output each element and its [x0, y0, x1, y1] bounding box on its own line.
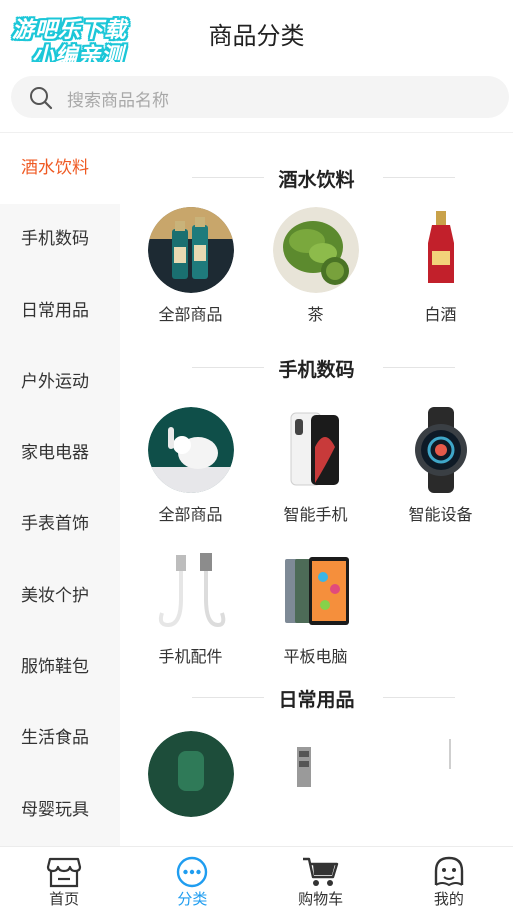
section-title: 手机数码	[278, 359, 355, 381]
tea-leaves-thumbnail	[273, 207, 359, 293]
sidebar-item-drinks[interactable]: 酒水饮料	[0, 133, 120, 205]
category-dots-icon	[177, 856, 208, 888]
category-card[interactable]	[128, 721, 253, 846]
smartwatch-thumbnail	[398, 407, 484, 493]
category-label: 手机配件	[158, 647, 223, 666]
category-label: 平板电脑	[283, 647, 348, 666]
app-header: 游吧乐下载 小编亲测 商品分类	[0, 0, 513, 69]
green-appliance-thumbnail	[148, 731, 234, 817]
category-content: 酒水饮料 全部商品 茶 白酒 手机数码 全部商品 智能手机 智能设备 手机配件 …	[120, 133, 513, 846]
search-bar-container: 搜索商品名称	[0, 62, 513, 133]
baijiu-bottle-thumbnail	[398, 207, 484, 293]
cart-icon	[302, 857, 338, 886]
category-label: 智能手机	[283, 505, 348, 524]
tab-profile[interactable]: 我的	[385, 847, 513, 908]
category-card[interactable]: 智能手机	[253, 397, 378, 539]
tool-kit-thumbnail	[273, 731, 359, 817]
sidebar-item-daily[interactable]: 日常用品	[0, 276, 120, 347]
smartphone-thumbnail	[273, 407, 359, 493]
category-label: 智能设备	[408, 505, 473, 524]
section-title: 酒水饮料	[278, 169, 355, 191]
search-input[interactable]: 搜索商品名称	[11, 76, 509, 118]
category-card[interactable]	[378, 721, 503, 846]
sidebar-item-food[interactable]: 生活食品	[0, 703, 120, 774]
sidebar-item-digital[interactable]: 手机数码	[0, 204, 120, 275]
tab-category[interactable]: 分类	[128, 847, 256, 908]
category-card[interactable]: 全部商品	[128, 197, 253, 339]
category-sidebar: 酒水饮料 手机数码 日常用品 户外运动 家电电器 手表首饰 美妆个护 服饰鞋包 …	[0, 133, 120, 846]
tab-home[interactable]: 首页	[0, 847, 128, 908]
category-label: 白酒	[424, 305, 457, 324]
earbuds-thumbnail	[148, 407, 234, 493]
section-header: 日常用品	[120, 677, 513, 717]
product-grid: 全部商品 智能手机 智能设备 手机配件 平板电脑	[120, 397, 513, 681]
category-label: 全部商品	[158, 305, 223, 324]
sidebar-item-appliances[interactable]: 家电电器	[0, 418, 120, 489]
sidebar-item-jewelry[interactable]: 手表首饰	[0, 489, 120, 560]
category-card[interactable]: 白酒	[378, 197, 503, 339]
tab-cart[interactable]: 购物车	[257, 847, 385, 908]
section-header: 手机数码	[120, 347, 513, 387]
category-label: 茶	[307, 305, 324, 324]
search-placeholder: 搜索商品名称	[67, 91, 169, 111]
profile-face-icon	[434, 856, 464, 887]
category-label: 全部商品	[158, 505, 223, 524]
store-icon	[47, 857, 82, 888]
section-header: 酒水饮料	[120, 157, 513, 197]
category-card[interactable]	[253, 721, 378, 846]
category-card[interactable]: 茶	[253, 197, 378, 339]
category-card[interactable]: 智能设备	[378, 397, 503, 539]
white-item-thumbnail	[398, 731, 484, 817]
page-title: 商品分类	[208, 22, 305, 50]
product-grid: 全部商品 茶 白酒	[120, 197, 513, 339]
product-grid	[120, 721, 513, 846]
sidebar-item-outdoor[interactable]: 户外运动	[0, 347, 120, 418]
liquor-bottles-thumbnail	[148, 207, 234, 293]
sidebar-item-baby[interactable]: 母婴玩具	[0, 775, 120, 846]
bottom-tab-bar: 首页 分类 购物车 我的	[0, 846, 513, 908]
sidebar-item-beauty[interactable]: 美妆个护	[0, 561, 120, 632]
section-title: 日常用品	[278, 689, 355, 711]
category-card[interactable]: 平板电脑	[253, 539, 378, 681]
category-card[interactable]: 全部商品	[128, 397, 253, 539]
search-icon	[30, 87, 53, 110]
sidebar-item-apparel[interactable]: 服饰鞋包	[0, 632, 120, 703]
tablet-thumbnail	[273, 549, 359, 635]
category-card[interactable]: 手机配件	[128, 539, 253, 681]
usb-cable-thumbnail	[148, 549, 234, 635]
